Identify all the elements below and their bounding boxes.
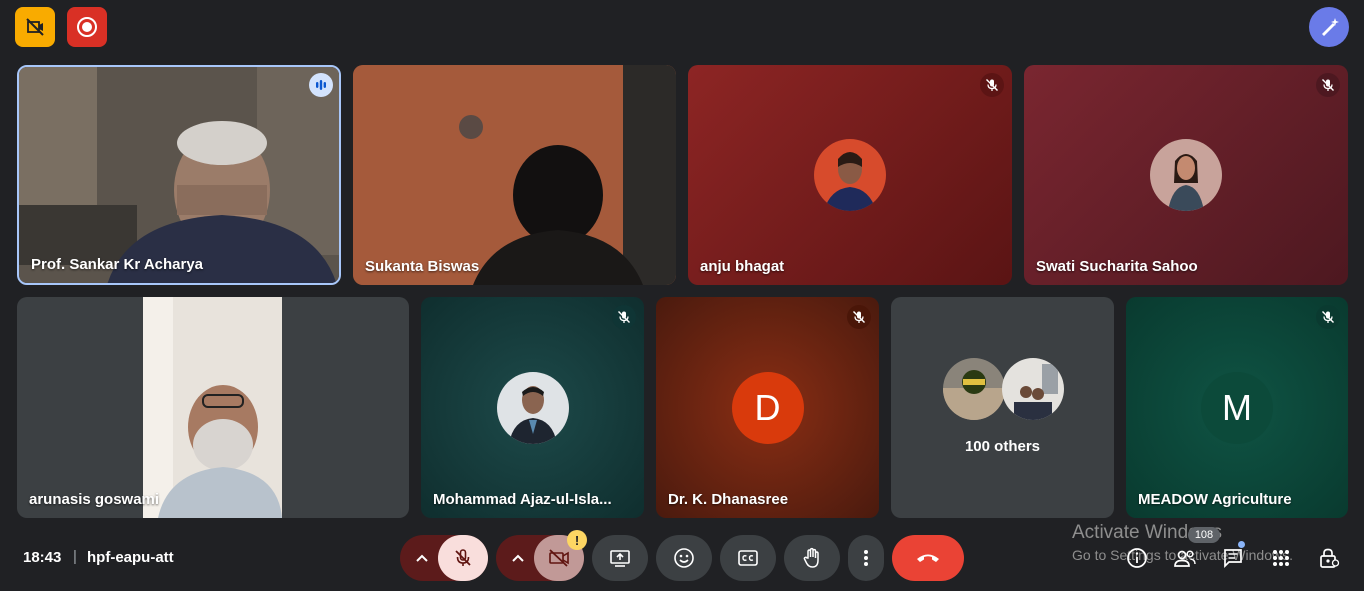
recording-button[interactable] [67, 7, 107, 47]
hang-up-icon [917, 554, 939, 562]
chevron-up-icon [512, 554, 524, 562]
participant-name: Sukanta Biswas [365, 258, 480, 275]
participant-name: Swati Sucharita Sahoo [1036, 258, 1198, 275]
reactions-button[interactable] [656, 535, 712, 581]
mic-control-group [400, 535, 488, 581]
chat-notification-dot [1238, 541, 1245, 548]
meeting-code: hpf-eapu-att [87, 549, 174, 566]
participant-name: Dr. K. Dhanasree [668, 491, 789, 508]
magic-pen-icon [1322, 18, 1339, 36]
participant-name: Prof. Sankar Kr Acharya [31, 256, 204, 273]
host-controls-button[interactable] [1315, 544, 1343, 572]
participant-tile[interactable]: anju bhagat [688, 65, 1012, 285]
audio-level-icon [316, 80, 326, 90]
record-icon [77, 17, 97, 37]
muted-indicator [1316, 73, 1340, 97]
mic-off-icon [986, 79, 998, 91]
participant-tile[interactable]: D Dr. K. Dhanasree [656, 297, 879, 518]
chat-button[interactable] [1219, 544, 1247, 572]
mic-off-icon [1322, 311, 1334, 323]
participant-tile[interactable]: M MEADOW Agriculture [1126, 297, 1348, 518]
others-count: 100 others [964, 438, 1041, 455]
avatar [1002, 358, 1064, 420]
people-button[interactable] [1171, 544, 1199, 572]
participant-tile[interactable]: Prof. Sankar Kr Acharya [17, 65, 341, 285]
mic-off-icon [618, 311, 630, 323]
companion-button[interactable] [1309, 7, 1349, 47]
video-feed [19, 67, 339, 283]
participant-name: MEADOW Agriculture [1138, 491, 1292, 508]
captions-button[interactable] [720, 535, 776, 581]
separator: | [73, 548, 77, 565]
avatar [1150, 139, 1222, 211]
participant-name: arunasis goswami [29, 491, 160, 508]
warning-badge[interactable]: ! [567, 530, 587, 550]
clock: 18:43 [23, 549, 62, 566]
avatar-initial: D [731, 371, 804, 444]
avatar-initial: M [1201, 371, 1273, 444]
participant-name: anju bhagat [700, 258, 785, 275]
participant-tile[interactable]: Sukanta Biswas [353, 65, 676, 285]
muted-indicator [847, 305, 871, 329]
participant-tile[interactable]: Mohammad Ajaz-ul-Isla... [421, 297, 644, 518]
more-vert-icon [864, 550, 868, 566]
participant-count-badge: 108 [1188, 527, 1220, 543]
hide-tiles-button[interactable] [15, 7, 55, 47]
camera-off-icon [549, 549, 569, 567]
raise-hand-button[interactable] [784, 535, 840, 581]
video-hidden-icon [26, 18, 44, 36]
participant-name: Mohammad Ajaz-ul-Isla... [433, 491, 612, 508]
video-feed [353, 65, 676, 285]
video-feed [143, 297, 282, 518]
apps-grid-icon [1273, 550, 1289, 566]
muted-indicator [1316, 305, 1340, 329]
mic-toggle-button[interactable] [438, 535, 488, 581]
mic-off-icon [853, 311, 865, 323]
lock-person-icon [1320, 548, 1340, 568]
chat-icon [1224, 549, 1242, 569]
chevron-up-icon [416, 554, 428, 562]
participant-tile[interactable]: Swati Sucharita Sahoo [1024, 65, 1348, 285]
people-icon [1174, 550, 1196, 567]
muted-indicator [980, 73, 1004, 97]
activities-button[interactable] [1267, 544, 1295, 572]
avatar [814, 139, 886, 211]
meeting-details-button[interactable] [1123, 544, 1151, 572]
mic-off-icon [455, 549, 471, 566]
muted-indicator [612, 305, 636, 329]
hand-icon [803, 547, 819, 568]
closed-captions-icon [738, 550, 758, 566]
avatar [496, 371, 569, 444]
others-tile[interactable]: 100 others [891, 297, 1114, 518]
emoji-icon [674, 548, 694, 568]
leave-call-button[interactable] [892, 535, 964, 581]
present-screen-icon [610, 550, 630, 567]
more-options-button[interactable] [848, 535, 884, 581]
present-button[interactable] [592, 535, 648, 581]
mic-off-icon [1322, 79, 1334, 91]
avatar [943, 358, 1005, 420]
speaking-indicator [309, 73, 333, 97]
info-icon [1127, 548, 1147, 568]
participant-tile[interactable]: arunasis goswami [17, 297, 409, 518]
